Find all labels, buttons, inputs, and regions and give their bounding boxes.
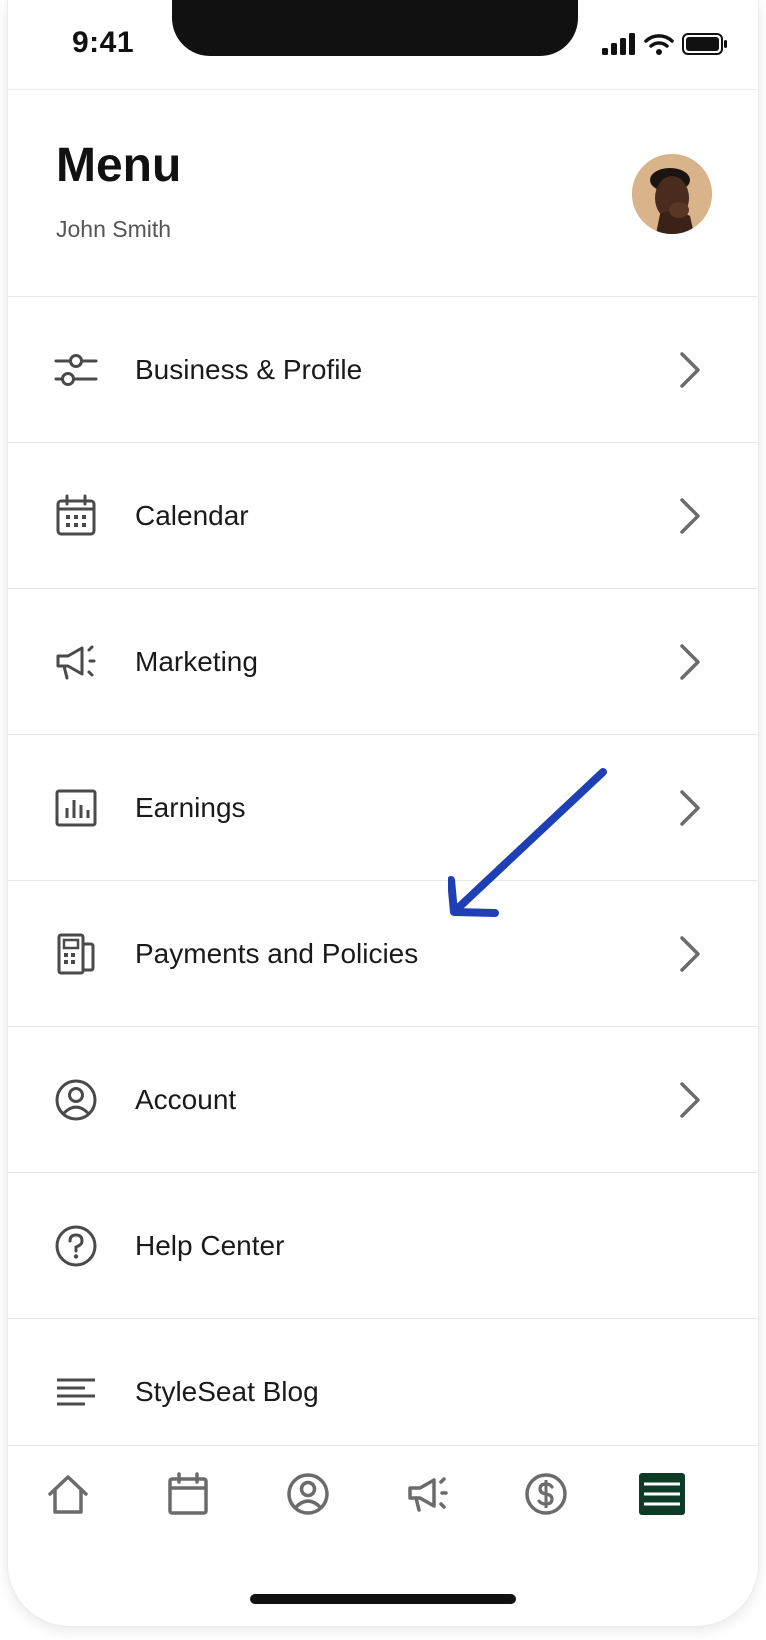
megaphone-icon (408, 1477, 448, 1512)
avatar-portrait (632, 154, 712, 234)
bar-chart-icon (55, 789, 97, 826)
status-icons (602, 33, 728, 55)
chevron-right-icon (680, 935, 700, 972)
tab-bar (8, 1445, 758, 1556)
home-icon (48, 1475, 88, 1514)
chevron-right-icon (680, 497, 700, 534)
menu-item-label: Payments and Policies (135, 937, 419, 969)
home-indicator[interactable] (250, 1594, 516, 1604)
menu-item-label: Calendar (135, 499, 249, 531)
chevron-right-icon (680, 1081, 700, 1118)
dollar-circle-icon (525, 1473, 567, 1515)
menu-item-label: Marketing (135, 645, 258, 677)
tab-calendar[interactable] (158, 1464, 218, 1524)
notch (172, 0, 578, 56)
battery-icon (682, 33, 727, 55)
calendar-icon (56, 494, 96, 535)
menu-header: Menu John Smith (8, 90, 758, 297)
megaphone-icon (56, 645, 96, 679)
text-lines-icon (57, 1378, 95, 1405)
phone-frame: 9:41 Menu John Smith Business & Profile … (8, 0, 758, 1626)
tab-marketing[interactable] (398, 1464, 458, 1524)
calendar-icon (168, 1472, 208, 1515)
tab-earnings[interactable] (516, 1464, 576, 1524)
menu-item-payments-policies[interactable]: Payments and Policies (8, 881, 758, 1027)
tab-home[interactable] (38, 1464, 98, 1524)
menu-icon (639, 1473, 685, 1515)
sliders-icon (54, 353, 98, 386)
menu-item-label: StyleSeat Blog (135, 1375, 319, 1407)
menu-item-label: Earnings (135, 791, 246, 823)
user-name: John Smith (56, 216, 172, 242)
page-title: Menu (56, 139, 182, 192)
user-circle-icon (55, 1079, 97, 1120)
tab-menu[interactable] (632, 1464, 692, 1524)
wifi-icon (644, 34, 674, 55)
payment-terminal-icon (57, 933, 95, 974)
menu-item-calendar[interactable]: Calendar (8, 443, 758, 589)
menu-item-label: Help Center (135, 1229, 285, 1261)
menu-item-styleseat-blog[interactable]: StyleSeat Blog (8, 1319, 758, 1464)
menu-item-label: Account (135, 1083, 237, 1115)
chevron-right-icon (680, 643, 700, 680)
menu-item-account[interactable]: Account (8, 1027, 758, 1173)
status-time: 9:41 (72, 26, 135, 59)
user-circle-icon (287, 1473, 329, 1515)
help-circle-icon (55, 1225, 97, 1266)
menu-list: Business & Profile Calendar Marketing Ea… (8, 297, 758, 1464)
menu-item-earnings[interactable]: Earnings (8, 735, 758, 881)
chevron-right-icon (680, 789, 700, 826)
avatar[interactable] (632, 154, 712, 234)
menu-item-marketing[interactable]: Marketing (8, 589, 758, 735)
menu-item-business-profile[interactable]: Business & Profile (8, 297, 758, 443)
menu-item-label: Business & Profile (135, 353, 363, 385)
signal-icon (602, 33, 635, 55)
menu-item-help-center[interactable]: Help Center (8, 1173, 758, 1319)
tab-profile[interactable] (278, 1464, 338, 1524)
chevron-right-icon (680, 351, 700, 388)
